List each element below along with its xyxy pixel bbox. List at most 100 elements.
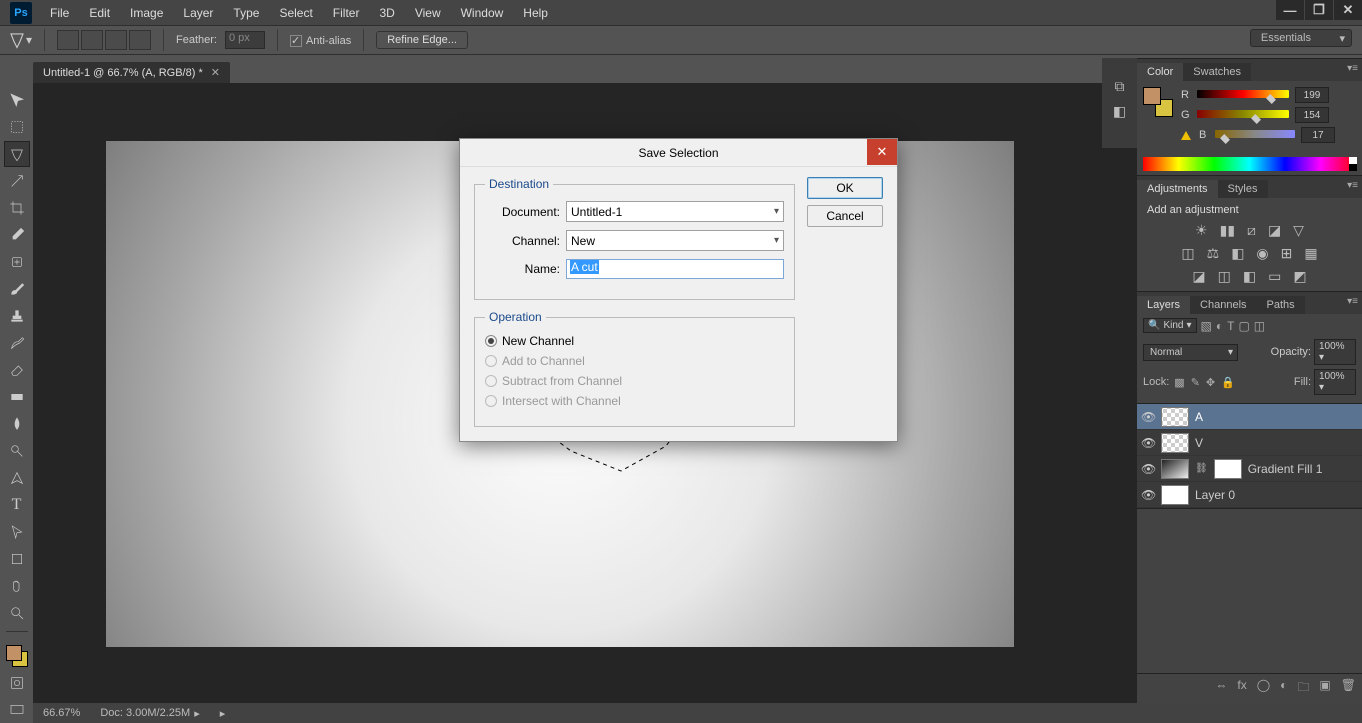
path-select-tool[interactable] <box>4 519 30 545</box>
b-value[interactable]: 17 <box>1301 127 1335 143</box>
tab-paths[interactable]: Paths <box>1257 296 1305 314</box>
hue-icon[interactable]: ◫ <box>1181 245 1194 262</box>
name-input[interactable]: A cut <box>566 259 784 279</box>
group-icon[interactable]: 🗀 <box>1297 678 1309 699</box>
document-tab[interactable]: Untitled-1 @ 66.7% (A, RGB/8) * ✕ <box>33 62 230 83</box>
g-slider[interactable] <box>1197 110 1289 120</box>
threshold-icon[interactable]: ◧ <box>1243 268 1256 285</box>
layer-row[interactable]: 👁 ⛓ Gradient Fill 1 <box>1137 456 1362 482</box>
pen-tool[interactable] <box>4 465 30 491</box>
stamp-tool[interactable] <box>4 303 30 329</box>
move-tool[interactable] <box>4 87 30 113</box>
menu-select[interactable]: Select <box>269 2 322 24</box>
menu-view[interactable]: View <box>405 2 451 24</box>
maximize-button[interactable]: ❐ <box>1305 0 1333 20</box>
type-tool[interactable]: T <box>4 492 30 518</box>
quickmask-button[interactable] <box>4 670 30 696</box>
history-panel-icon[interactable]: ⧉ <box>1115 78 1125 95</box>
panel-menu-icon[interactable]: ▾≡ <box>1347 180 1358 191</box>
menu-filter[interactable]: Filter <box>323 2 370 24</box>
refine-edge-button[interactable]: Refine Edge... <box>376 31 468 49</box>
delete-layer-icon[interactable]: 🗑 <box>1341 678 1356 699</box>
filter-type-icon[interactable]: T <box>1227 319 1234 333</box>
selective-icon[interactable]: ◩ <box>1293 268 1306 285</box>
photo-filter-icon[interactable]: ◉ <box>1256 245 1268 262</box>
layer-name[interactable]: Layer 0 <box>1195 488 1358 502</box>
layer-mask-thumb[interactable] <box>1214 459 1242 479</box>
close-window-button[interactable]: ✕ <box>1334 0 1362 20</box>
history-brush-tool[interactable] <box>4 330 30 356</box>
dodge-tool[interactable] <box>4 438 30 464</box>
scrub-handle[interactable]: ▸ <box>220 707 226 720</box>
menu-help[interactable]: Help <box>513 2 558 24</box>
visibility-toggle[interactable]: 👁 <box>1141 410 1155 424</box>
lookup-icon[interactable]: ▦ <box>1304 245 1317 262</box>
crop-tool[interactable] <box>4 195 30 221</box>
brightness-icon[interactable]: ☀ <box>1195 222 1208 239</box>
layer-name[interactable]: A <box>1195 410 1358 424</box>
shape-tool[interactable] <box>4 546 30 572</box>
invert-icon[interactable]: ◪ <box>1192 268 1205 285</box>
wand-tool[interactable] <box>4 168 30 194</box>
properties-panel-icon[interactable]: ◧ <box>1113 103 1126 120</box>
tab-channels[interactable]: Channels <box>1190 296 1256 314</box>
eraser-tool[interactable] <box>4 357 30 383</box>
gradmap-icon[interactable]: ▭ <box>1268 268 1281 285</box>
layer-row[interactable]: 👁 V <box>1137 430 1362 456</box>
layer-name[interactable]: Gradient Fill 1 <box>1248 462 1358 476</box>
lasso-tool[interactable] <box>4 141 30 167</box>
visibility-toggle[interactable]: 👁 <box>1141 462 1155 476</box>
mask-icon[interactable]: ◯ <box>1257 678 1270 699</box>
lock-pixel-icon[interactable]: ✎ <box>1191 376 1200 389</box>
visibility-toggle[interactable]: 👁 <box>1141 436 1155 450</box>
g-value[interactable]: 154 <box>1295 107 1329 123</box>
panel-menu-icon[interactable]: ▾≡ <box>1347 296 1358 307</box>
menu-window[interactable]: Window <box>451 2 514 24</box>
layer-thumb[interactable] <box>1161 407 1189 427</box>
menu-layer[interactable]: Layer <box>173 2 223 24</box>
tab-color[interactable]: Color <box>1137 63 1183 81</box>
menu-edit[interactable]: Edit <box>79 2 120 24</box>
panel-color-swatches[interactable] <box>1143 87 1173 117</box>
doc-size-status[interactable]: Doc: 3.00M/2.25M ▸ <box>100 707 199 720</box>
minimize-button[interactable]: — <box>1276 0 1304 20</box>
tab-swatches[interactable]: Swatches <box>1183 63 1251 81</box>
layer-thumb[interactable] <box>1161 485 1189 505</box>
marquee-tool[interactable] <box>4 114 30 140</box>
balance-icon[interactable]: ⚖ <box>1207 245 1220 262</box>
dialog-titlebar[interactable]: Save Selection ✕ <box>460 139 897 167</box>
document-select[interactable]: Untitled-1▾ <box>566 201 784 222</box>
new-layer-icon[interactable]: ▣ <box>1319 678 1330 699</box>
brush-tool[interactable] <box>4 276 30 302</box>
dialog-close-button[interactable]: ✕ <box>867 139 897 165</box>
menu-file[interactable]: File <box>40 2 79 24</box>
layer-row[interactable]: 👁 A <box>1137 404 1362 430</box>
healing-tool[interactable] <box>4 249 30 275</box>
ok-button[interactable]: OK <box>807 177 883 199</box>
filter-smart-icon[interactable]: ◫ <box>1254 319 1265 333</box>
gradient-tool[interactable] <box>4 384 30 410</box>
layer-thumb[interactable] <box>1161 433 1189 453</box>
layer-filter-kind[interactable]: 🔍 Kind ▾ <box>1143 318 1197 333</box>
feather-input[interactable]: 0 px <box>225 31 265 49</box>
intersect-selection-button[interactable] <box>129 30 151 50</box>
r-value[interactable]: 199 <box>1295 87 1329 103</box>
menu-3d[interactable]: 3D <box>369 2 404 24</box>
eyedropper-tool[interactable] <box>4 222 30 248</box>
screenmode-button[interactable] <box>4 697 30 723</box>
link-icon[interactable]: ⛓ <box>1195 463 1208 474</box>
tab-adjustments[interactable]: Adjustments <box>1137 180 1218 198</box>
add-selection-button[interactable] <box>81 30 103 50</box>
foreground-color[interactable] <box>6 645 22 661</box>
tab-layers[interactable]: Layers <box>1137 296 1190 314</box>
curves-icon[interactable]: ⧄ <box>1247 222 1256 239</box>
menu-type[interactable]: Type <box>223 2 269 24</box>
opacity-input[interactable]: 100% ▾ <box>1314 339 1356 365</box>
lock-trans-icon[interactable]: ▩ <box>1174 376 1184 389</box>
posterize-icon[interactable]: ◫ <box>1218 268 1231 285</box>
layer-row[interactable]: 👁 Layer 0 <box>1137 482 1362 508</box>
r-slider[interactable] <box>1197 90 1289 100</box>
adjustment-layer-icon[interactable]: ◐ <box>1280 678 1287 699</box>
bw-icon[interactable]: ◧ <box>1231 245 1244 262</box>
lock-all-icon[interactable]: 🔒 <box>1221 376 1235 389</box>
